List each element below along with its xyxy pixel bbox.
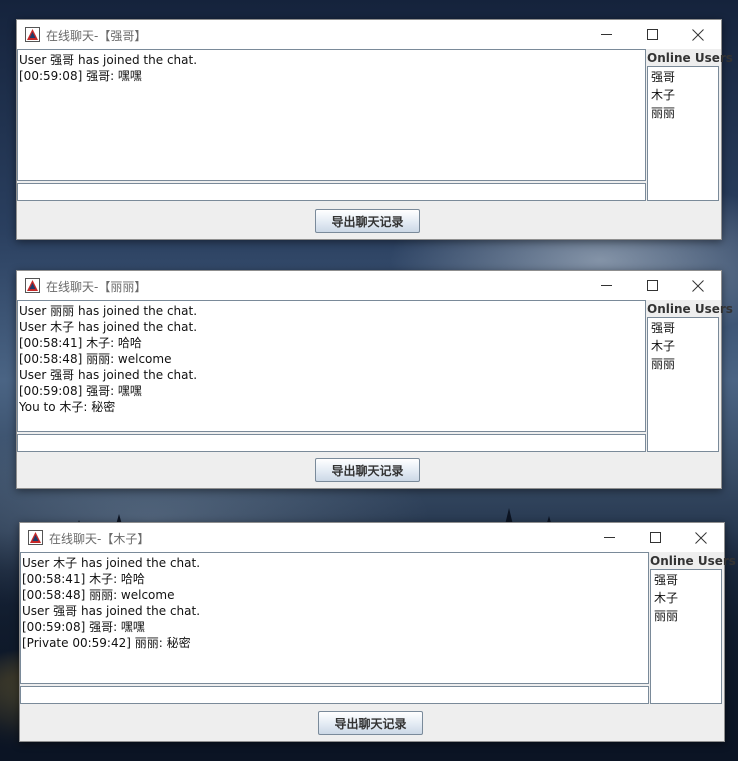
online-user-item[interactable]: 强哥: [650, 319, 716, 337]
chat-message: User 强哥 has joined the chat.: [22, 604, 201, 618]
title-bar[interactable]: 在线聊天-【木子】: [20, 523, 724, 552]
chat-window: 在线聊天-【强哥】 User 强哥 has joined the chat. [0…: [16, 19, 733, 240]
chat-message: [00:59:08] 强哥: 嘿嘿: [19, 384, 142, 398]
chat-window: 在线聊天-【丽丽】 User 丽丽 has joined the chat. Us…: [16, 270, 733, 489]
message-input[interactable]: [17, 183, 646, 201]
chat-message: [00:58:48] 丽丽: welcome: [22, 588, 175, 602]
minimize-icon: [600, 285, 612, 286]
online-users-label: Online Users: [647, 51, 733, 65]
minimize-button[interactable]: [583, 271, 629, 300]
chat-message: [00:58:41] 木子: 哈哈: [22, 572, 145, 586]
online-users-list[interactable]: 强哥 木子 丽丽: [647, 66, 719, 201]
chat-message: User 木子 has joined the chat.: [22, 556, 201, 570]
minimize-icon: [600, 34, 612, 35]
maximize-icon: [646, 29, 658, 40]
online-user-item[interactable]: 强哥: [650, 68, 716, 86]
online-user-item[interactable]: 强哥: [653, 571, 719, 589]
chat-message: [00:58:48] 丽丽: welcome: [19, 352, 172, 366]
chat-message: [00:58:41] 木子: 哈哈: [19, 336, 142, 350]
online-user-item[interactable]: 木子: [650, 337, 716, 355]
chat-message: You to 木子: 秘密: [19, 400, 116, 414]
close-button[interactable]: [675, 271, 721, 300]
minimize-button[interactable]: [586, 523, 632, 552]
java-app-icon: [25, 27, 40, 42]
java-app-icon: [25, 278, 40, 293]
online-users-label: Online Users: [650, 554, 736, 568]
maximize-icon: [649, 532, 661, 543]
minimize-button[interactable]: [583, 20, 629, 49]
chat-message: User 木子 has joined the chat.: [19, 320, 198, 334]
window-title: 在线聊天-【丽丽】: [46, 280, 147, 294]
message-input[interactable]: [20, 686, 649, 704]
chat-window: 在线聊天-【木子】 User 木子 has joined the chat. [0…: [19, 522, 736, 742]
window-title: 在线聊天-【强哥】: [46, 29, 147, 43]
online-user-item[interactable]: 木子: [650, 86, 716, 104]
window-title: 在线聊天-【木子】: [49, 532, 150, 546]
online-users-list[interactable]: 强哥 木子 丽丽: [647, 317, 719, 452]
chat-message: [00:59:08] 强哥: 嘿嘿: [19, 69, 142, 83]
chat-history[interactable]: User 丽丽 has joined the chat. User 木子 has …: [17, 300, 646, 432]
close-icon: [692, 279, 704, 292]
export-chat-button[interactable]: 导出聊天记录: [315, 458, 420, 482]
chat-message: [00:59:08] 强哥: 嘿嘿: [22, 620, 145, 634]
chat-message: User 丽丽 has joined the chat.: [19, 304, 198, 318]
maximize-button[interactable]: [629, 20, 675, 49]
online-user-item[interactable]: 丽丽: [650, 355, 716, 373]
chat-message: [Private 00:59:42] 丽丽: 秘密: [22, 636, 191, 650]
title-bar[interactable]: 在线聊天-【丽丽】: [17, 271, 721, 300]
close-button[interactable]: [678, 523, 724, 552]
close-button[interactable]: [675, 20, 721, 49]
message-input[interactable]: [17, 434, 646, 452]
export-chat-button[interactable]: 导出聊天记录: [315, 209, 420, 233]
close-icon: [692, 28, 704, 41]
title-bar[interactable]: 在线聊天-【强哥】: [17, 20, 721, 49]
online-user-item[interactable]: 木子: [653, 589, 719, 607]
online-user-item[interactable]: 丽丽: [650, 104, 716, 122]
online-users-list[interactable]: 强哥 木子 丽丽: [650, 569, 722, 704]
chat-history[interactable]: User 木子 has joined the chat. [00:58:41] 木…: [20, 552, 649, 684]
java-app-icon: [28, 530, 43, 545]
close-icon: [695, 531, 707, 544]
maximize-button[interactable]: [632, 523, 678, 552]
minimize-icon: [603, 537, 615, 538]
export-chat-button[interactable]: 导出聊天记录: [318, 711, 423, 735]
online-users-label: Online Users: [647, 302, 733, 316]
maximize-icon: [646, 280, 658, 291]
online-user-item[interactable]: 丽丽: [653, 607, 719, 625]
chat-message: User 强哥 has joined the chat.: [19, 53, 198, 67]
maximize-button[interactable]: [629, 271, 675, 300]
chat-message: User 强哥 has joined the chat.: [19, 368, 198, 382]
chat-history[interactable]: User 强哥 has joined the chat. [00:59:08] 强…: [17, 49, 646, 181]
